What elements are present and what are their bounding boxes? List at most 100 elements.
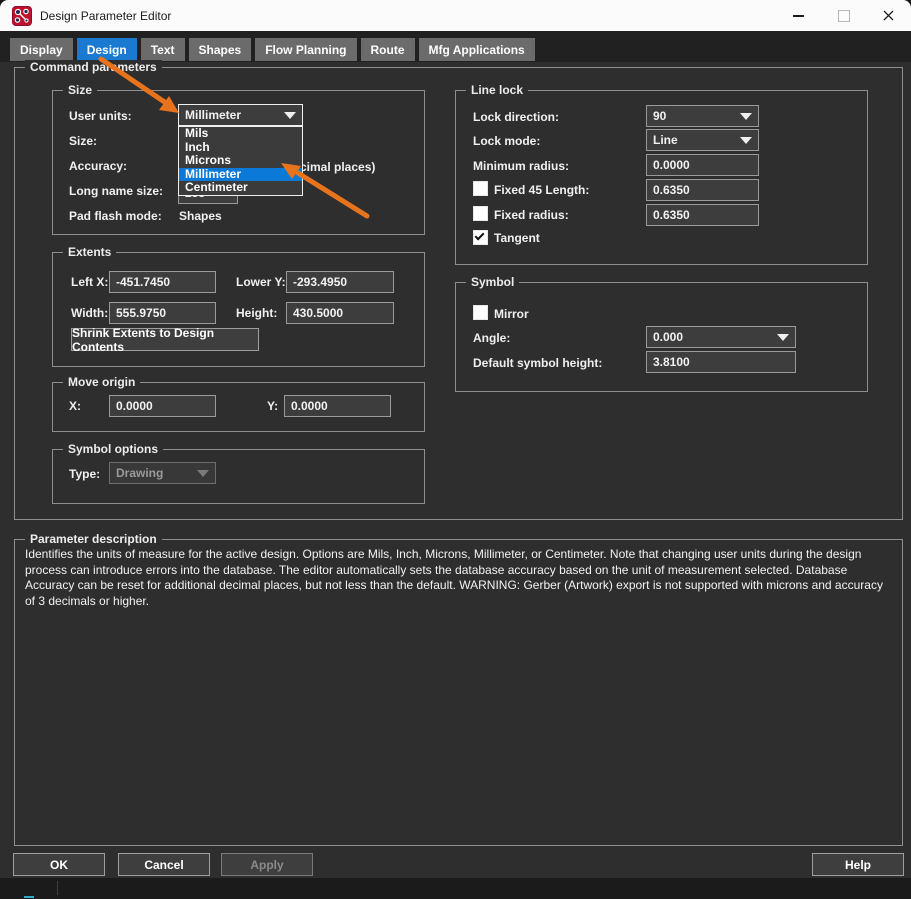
close-button[interactable]: [866, 0, 911, 31]
left-x-field[interactable]: -451.7450: [109, 271, 216, 293]
user-units-dropdown-list: Mils Inch Microns Millimeter Centimeter: [178, 126, 303, 196]
user-units-value: Millimeter: [185, 108, 241, 122]
origin-y-field[interactable]: 0.0000: [284, 395, 391, 417]
minimize-icon: [793, 15, 804, 17]
window-title: Design Parameter Editor: [40, 9, 171, 23]
dropdown-option-centimeter[interactable]: Centimeter: [179, 181, 302, 195]
shrink-extents-button[interactable]: Shrink Extents to Design Contents: [71, 328, 259, 351]
close-icon: [883, 10, 894, 21]
minimize-button[interactable]: [776, 0, 821, 31]
user-units-combo[interactable]: Millimeter: [178, 104, 303, 126]
apply-label: Apply: [250, 858, 283, 872]
parameter-description-group: Parameter description Identifies the uni…: [14, 539, 903, 846]
parameter-description-label: Parameter description: [25, 532, 162, 547]
lock-direction-combo[interactable]: 90: [646, 105, 759, 127]
dropdown-option-mils[interactable]: Mils: [179, 127, 302, 141]
lower-y-label: Lower Y:: [236, 275, 286, 289]
fixed-45-length-value: 0.6350: [653, 183, 690, 197]
angle-combo[interactable]: 0.000: [646, 326, 796, 348]
window-controls: [776, 0, 911, 31]
cancel-button[interactable]: Cancel: [118, 853, 210, 876]
design-parameter-editor-window: Design Parameter Editor Display Design T…: [0, 0, 911, 878]
fixed-radius-label: Fixed radius:: [494, 208, 569, 222]
minimum-radius-value: 0.0000: [653, 158, 690, 172]
origin-x-label: X:: [69, 399, 81, 413]
taskbar-accent: [24, 896, 34, 898]
width-label: Width:: [71, 306, 108, 320]
ok-button[interactable]: OK: [13, 853, 105, 876]
app-icon: [12, 6, 32, 26]
lower-y-value: -293.4950: [293, 275, 347, 289]
size-group-label: Size: [63, 83, 97, 98]
minimum-radius-label: Minimum radius:: [473, 159, 569, 173]
chevron-down-icon: [284, 112, 296, 119]
tab-shapes[interactable]: Shapes: [189, 38, 252, 61]
help-button[interactable]: Help: [812, 853, 904, 876]
symbol-type-label: Type:: [69, 467, 100, 481]
move-origin-group-label: Move origin: [63, 375, 140, 390]
origin-y-label: Y:: [267, 399, 278, 413]
fixed-45-length-checkbox[interactable]: [473, 181, 488, 196]
symbol-options-group: Symbol options Type: Drawing: [52, 449, 425, 504]
dropdown-option-microns[interactable]: Microns: [179, 154, 302, 168]
minimum-radius-field[interactable]: 0.0000: [646, 154, 759, 176]
move-origin-group: Move origin X: 0.0000 Y: 0.0000: [52, 382, 425, 432]
extents-group-label: Extents: [63, 245, 116, 260]
symbol-type-value: Drawing: [116, 466, 163, 480]
maximize-button: [821, 0, 866, 31]
taskbar-divider: [57, 881, 58, 895]
ok-label: OK: [50, 858, 68, 872]
fixed-45-length-field[interactable]: 0.6350: [646, 179, 759, 201]
symbol-type-combo: Drawing: [109, 462, 216, 484]
user-units-label: User units:: [69, 109, 132, 123]
long-name-size-label: Long name size:: [69, 184, 163, 198]
taskbar-strip: [0, 878, 911, 899]
dropdown-option-millimeter[interactable]: Millimeter: [179, 168, 302, 182]
chevron-down-icon: [740, 137, 752, 144]
shrink-extents-label: Shrink Extents to Design Contents: [72, 326, 258, 354]
height-value: 430.5000: [293, 306, 343, 320]
pad-flash-mode-value: Shapes: [179, 209, 222, 223]
chevron-down-icon: [740, 113, 752, 120]
fixed-radius-field[interactable]: 0.6350: [646, 204, 759, 226]
titlebar: Design Parameter Editor: [0, 0, 911, 31]
lock-mode-label: Lock mode:: [473, 134, 540, 148]
command-parameters-label: Command parameters: [25, 60, 162, 75]
default-symbol-height-value: 3.8100: [653, 355, 690, 369]
help-label: Help: [845, 858, 871, 872]
parameter-description-text: Identifies the units of measure for the …: [25, 547, 892, 609]
fixed-radius-value: 0.6350: [653, 208, 690, 222]
width-value: 555.9750: [116, 306, 166, 320]
lower-y-field[interactable]: -293.4950: [286, 271, 394, 293]
height-label: Height:: [236, 306, 277, 320]
fixed-45-length-label: Fixed 45 Length:: [494, 183, 589, 197]
extents-group: Extents Left X: -451.7450 Lower Y: -293.…: [52, 252, 425, 367]
lock-direction-value: 90: [653, 109, 666, 123]
fixed-radius-checkbox[interactable]: [473, 206, 488, 221]
mirror-checkbox[interactable]: [473, 305, 488, 320]
default-symbol-height-field[interactable]: 3.8100: [646, 351, 796, 373]
lock-mode-value: Line: [653, 133, 678, 147]
width-field[interactable]: 555.9750: [109, 302, 216, 324]
left-x-value: -451.7450: [116, 275, 170, 289]
size-group: Size User units: Millimeter Size: Accura…: [52, 90, 425, 235]
height-field[interactable]: 430.5000: [286, 302, 394, 324]
dropdown-option-inch[interactable]: Inch: [179, 141, 302, 155]
tab-design[interactable]: Design: [77, 38, 137, 61]
chevron-down-icon: [777, 334, 789, 341]
screen: Design Parameter Editor Display Design T…: [0, 0, 911, 899]
tab-text[interactable]: Text: [141, 38, 185, 61]
maximize-icon: [838, 10, 850, 22]
line-lock-group-label: Line lock: [466, 83, 528, 98]
mirror-label: Mirror: [494, 307, 529, 321]
cancel-label: Cancel: [144, 858, 183, 872]
lock-mode-combo[interactable]: Line: [646, 129, 759, 151]
chevron-down-icon: [197, 470, 209, 477]
tab-mfg-applications[interactable]: Mfg Applications: [419, 38, 535, 61]
tangent-checkbox[interactable]: [473, 230, 488, 245]
symbol-group-label: Symbol: [466, 275, 519, 290]
tab-display[interactable]: Display: [10, 38, 73, 61]
tab-route[interactable]: Route: [361, 38, 415, 61]
origin-x-field[interactable]: 0.0000: [109, 395, 216, 417]
tab-flow-planning[interactable]: Flow Planning: [255, 38, 356, 61]
